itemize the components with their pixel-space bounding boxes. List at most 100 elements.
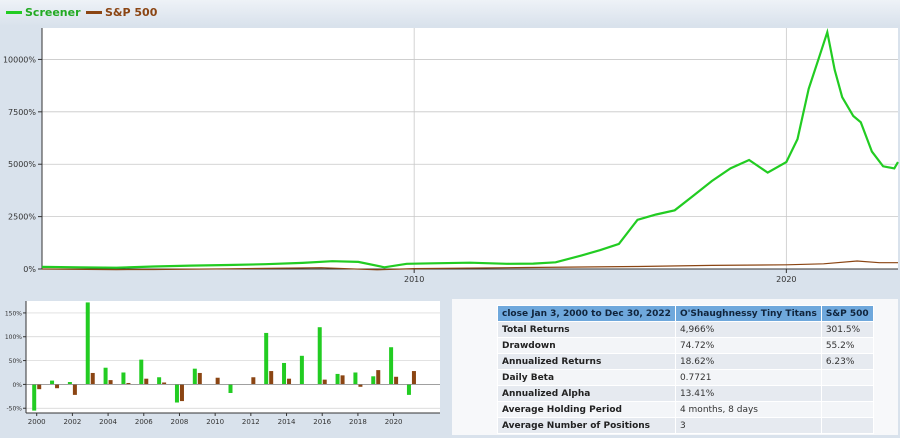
- bar-screener-2006: [139, 359, 144, 385]
- row-sp500-value: 301.5%: [820, 321, 874, 338]
- row-sp500-value: [820, 385, 874, 402]
- bar-screener-2019: [371, 376, 376, 385]
- header-period: close Jan 3, 2000 to Dec 30, 2022: [497, 305, 676, 322]
- bar-screener-2003: [85, 302, 90, 385]
- bar-sp500-2000: [37, 384, 42, 390]
- table-header-row: close Jan 3, 2000 to Dec 30, 2022 O'Shau…: [497, 305, 874, 322]
- bar-x-tick-label: 2010: [206, 418, 224, 426]
- main-y-tick-label: 0%: [23, 265, 36, 274]
- bar-y-tick-label: -50%: [6, 406, 22, 413]
- bar-x-tick-label: 2000: [28, 418, 46, 426]
- legend-label-sp500: S&P 500: [105, 6, 158, 19]
- bar-sp500-2017: [340, 375, 345, 385]
- main-y-tick-label: 10000%: [3, 55, 36, 64]
- row-screener-value: 74.72%: [674, 337, 822, 354]
- bar-y-tick-label: 0%: [12, 382, 22, 389]
- bar-y-tick-label: 100%: [5, 334, 22, 341]
- row-label: Total Returns: [497, 321, 676, 338]
- bar-screener-2017: [335, 373, 340, 385]
- bar-screener-2014: [282, 362, 287, 385]
- bar-sp500-2016: [322, 379, 327, 385]
- bar-x-tick-label: 2012: [242, 418, 260, 426]
- bar-screener-2021: [406, 384, 411, 395]
- main-line-chart: 0% 2500% 5000% 7500% 10000% 2010 2020: [0, 26, 900, 290]
- bar-sp500-2013: [269, 371, 274, 385]
- bar-x-tick-label: 2006: [135, 418, 153, 426]
- header-sp500: S&P 500: [820, 305, 874, 322]
- bar-x-tick-label: 2008: [171, 418, 189, 426]
- bar-screener-2011: [228, 384, 233, 393]
- main-x-tick-label: 2020: [776, 275, 796, 284]
- row-sp500-value: [820, 369, 874, 386]
- bar-sp500-2009: [197, 372, 202, 385]
- bar-y-tick-label: 150%: [5, 310, 22, 317]
- main-y-tick-label: 5000%: [8, 160, 36, 169]
- bar-y-tick-label: 50%: [9, 358, 23, 365]
- bar-sp500-2020: [394, 376, 399, 385]
- row-sp500-value: [820, 417, 874, 434]
- table-row: Annualized Returns 18.62% 6.23%: [497, 353, 874, 370]
- bar-screener-2016: [317, 327, 322, 385]
- table-row: Annualized Alpha 13.41%: [497, 385, 874, 402]
- performance-table: close Jan 3, 2000 to Dec 30, 2022 O'Shau…: [497, 305, 874, 434]
- row-screener-value: 13.41%: [674, 385, 822, 402]
- row-screener-value: 18.62%: [674, 353, 822, 370]
- annual-returns-bar-chart: -50% 0% 50% 100% 150% 2000 2002 2004 2006 2008 201…: [2, 299, 444, 435]
- row-screener-value: 4 months, 8 days: [674, 401, 822, 418]
- bar-screener-2013: [264, 332, 269, 385]
- main-x-tick-label: 2010: [404, 275, 424, 284]
- header-screener: O'Shaughnessy Tiny Titans: [674, 305, 822, 322]
- row-sp500-value: [820, 401, 874, 418]
- bar-screener-2009: [192, 368, 197, 385]
- row-screener-value: 4,966%: [674, 321, 822, 338]
- bar-screener-2020: [389, 347, 394, 385]
- row-label: Average Holding Period: [497, 401, 676, 418]
- row-sp500-value: 6.23%: [820, 353, 874, 370]
- bar-x-tick-label: 2002: [63, 418, 81, 426]
- bar-sp500-2008: [179, 384, 184, 402]
- bar-x-tick-label: 2020: [385, 418, 403, 426]
- row-label: Drawdown: [497, 337, 676, 354]
- bar-screener-2001: [50, 380, 55, 385]
- bar-sp500-2006: [144, 378, 149, 385]
- bar-x-tick-label: 2016: [313, 418, 331, 426]
- legend-swatch-screener: [6, 11, 22, 14]
- legend-item-screener[interactable]: Screener: [6, 6, 81, 19]
- main-plot-area: [42, 28, 898, 269]
- bar-screener-2015: [299, 355, 304, 385]
- row-label: Average Number of Positions: [497, 417, 676, 434]
- table-row: Average Number of Positions 3: [497, 417, 874, 434]
- legend-label-screener: Screener: [25, 6, 81, 19]
- bar-sp500-2001: [55, 384, 60, 389]
- bar-x-tick-label: 2014: [278, 418, 296, 426]
- row-sp500-value: 55.2%: [820, 337, 874, 354]
- row-label: Annualized Returns: [497, 353, 676, 370]
- legend-item-sp500[interactable]: S&P 500: [86, 6, 157, 19]
- table-row: Average Holding Period 4 months, 8 days: [497, 401, 874, 418]
- bar-sp500-2003: [90, 372, 95, 385]
- bar-screener-2007: [157, 377, 162, 385]
- legend-bar: Screener S&P 500: [0, 0, 900, 26]
- row-screener-value: 0.7721: [674, 369, 822, 386]
- bar-screener-2004: [103, 367, 108, 385]
- bar-screener-2000: [32, 384, 37, 411]
- table-row: Drawdown 74.72% 55.2%: [497, 337, 874, 354]
- bar-sp500-2012: [251, 377, 256, 385]
- bar-sp500-2010: [215, 377, 220, 385]
- row-label: Daily Beta: [497, 369, 676, 386]
- bar-screener-2005: [121, 372, 126, 385]
- bar-x-tick-label: 2018: [349, 418, 367, 426]
- bar-x-tick-label: 2004: [99, 418, 117, 426]
- table-row: Daily Beta 0.7721: [497, 369, 874, 386]
- bar-sp500-2004: [108, 380, 113, 385]
- row-label: Annualized Alpha: [497, 385, 676, 402]
- bar-screener-2008: [174, 384, 179, 403]
- main-y-tick-label: 2500%: [8, 213, 36, 222]
- legend-swatch-sp500: [86, 11, 102, 14]
- bar-screener-2018: [353, 372, 358, 385]
- table-row: Total Returns 4,966% 301.5%: [497, 321, 874, 338]
- bar-sp500-2014: [287, 378, 292, 385]
- bar-sp500-2019: [376, 370, 381, 385]
- bar-sp500-2002: [72, 384, 77, 395]
- row-screener-value: 3: [674, 417, 822, 434]
